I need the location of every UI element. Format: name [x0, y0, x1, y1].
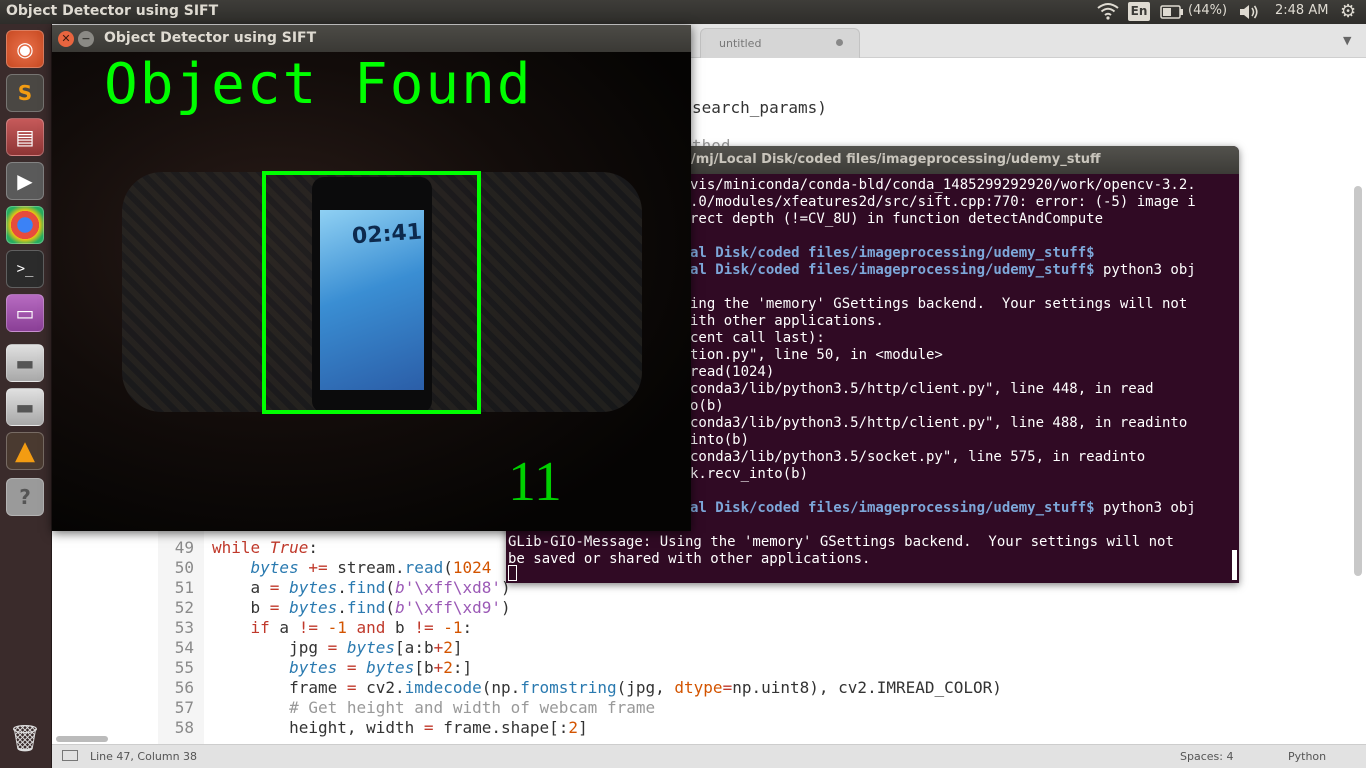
terminal-message: be saved or shared with other applicatio…: [508, 551, 871, 567]
terminal-line: .0/modules/xfeatures2d/src/sift.cpp:770:…: [690, 194, 1196, 210]
line-number: 51: [174, 578, 194, 597]
chrome-icon[interactable]: [6, 206, 44, 244]
tab-menu-chevron-icon[interactable]: ▼: [1343, 34, 1351, 47]
code-line[interactable]: height, width = frame.shape[:2]: [212, 718, 588, 738]
detection-bounding-box: [262, 171, 481, 414]
match-count: 11: [508, 451, 562, 513]
panel-toggle-icon[interactable]: [62, 750, 78, 761]
code-fragment: search_params): [692, 98, 827, 117]
line-number: 56: [174, 678, 194, 697]
terminal-line: conda3/lib/python3.5/http/client.py", li…: [690, 381, 1154, 397]
vlc-icon[interactable]: ▲: [6, 432, 44, 470]
battery-icon[interactable]: [1160, 5, 1184, 23]
file-manager-icon[interactable]: ▤: [6, 118, 44, 156]
line-number: 50: [174, 558, 194, 577]
terminal-line: conda3/lib/python3.5/socket.py", line 57…: [690, 449, 1146, 465]
code-fragment: thod: [692, 136, 731, 146]
terminal-line: ing the 'memory' GSettings backend. Your…: [690, 296, 1188, 312]
terminal-message: GLib-GIO-Message: Using the 'memory' GSe…: [508, 534, 1174, 550]
trash-icon[interactable]: 🗑: [6, 720, 44, 758]
terminal-icon[interactable]: >_: [6, 250, 44, 288]
terminal-line: cent call last):: [690, 330, 825, 346]
line-number: 52: [174, 598, 194, 617]
screenshot-icon[interactable]: ▭: [6, 294, 44, 332]
terminal-line: rect depth (!=CV_8U) in function detectA…: [690, 211, 1104, 227]
line-number: 58: [174, 718, 194, 737]
status-bar: Line 47, Column 38 Spaces: 4 Python: [52, 744, 1366, 768]
cursor-position: Line 47, Column 38: [90, 750, 198, 763]
code-line[interactable]: while True:: [212, 538, 318, 558]
indentation-setting[interactable]: Spaces: 4: [1180, 750, 1233, 763]
line-number: 54: [174, 638, 194, 657]
terminal-line: into(b): [690, 432, 750, 448]
terminal-line: tion.py", line 50, in <module>: [690, 347, 943, 363]
detector-title: Object Detector using SIFT: [104, 30, 317, 46]
keyboard-language-indicator[interactable]: En: [1128, 2, 1150, 21]
terminal-scrollbar[interactable]: [1232, 550, 1237, 580]
terminal-line: ith other applications.: [690, 313, 884, 329]
terminal-prompt: al Disk/coded files/imageprocessing/udem…: [690, 262, 1196, 278]
detector-titlebar[interactable]: ✕ − Object Detector using SIFT: [52, 25, 691, 52]
video-editor-icon[interactable]: ▶: [6, 162, 44, 200]
code-line[interactable]: jpg = bytes[a:b+2]: [212, 638, 462, 658]
battery-percent[interactable]: (44%): [1188, 3, 1227, 18]
line-number: 55: [174, 658, 194, 677]
top-panel: Object Detector using SIFT En (44%) 2:48…: [0, 0, 1366, 24]
terminal-line: read(1024): [690, 364, 775, 380]
syntax-setting[interactable]: Python: [1288, 750, 1326, 763]
object-found-label: Object Found: [104, 52, 533, 117]
horizontal-scrollbar[interactable]: [56, 736, 108, 742]
disk-icon[interactable]: ▬: [6, 388, 44, 426]
terminal-line: conda3/lib/python3.5/http/client.py", li…: [690, 415, 1188, 431]
line-number: 49: [174, 538, 194, 557]
terminal-prompt: al Disk/coded files/imageprocessing/udem…: [690, 245, 1095, 261]
disk-icon[interactable]: ▬: [6, 344, 44, 382]
sublime-text-icon[interactable]: S: [6, 74, 44, 112]
webcam-feed: 02:41 Object Found 11: [52, 52, 691, 531]
terminal-line: k.recv_into(b): [690, 466, 809, 482]
line-number: 57: [174, 698, 194, 717]
code-comment[interactable]: # Get height and width of webcam frame: [212, 698, 655, 718]
code-line[interactable]: frame = cv2.imdecode(np.fromstring(jpg, …: [212, 678, 1002, 698]
gear-icon[interactable]: ⚙: [1340, 1, 1356, 22]
launcher: ◉ S ▤ ▶ >_ ▭ ▬ ▬ ▲ ? 🗑: [0, 24, 52, 768]
clock[interactable]: 2:48 AM: [1275, 3, 1328, 18]
object-detector-window[interactable]: ✕ − Object Detector using SIFT 02:41 Obj…: [52, 25, 691, 531]
volume-icon[interactable]: [1238, 3, 1260, 25]
ubuntu-dash-icon[interactable]: ◉: [6, 30, 44, 68]
code-line[interactable]: if a != -1 and b != -1:: [212, 618, 473, 638]
line-number: 53: [174, 618, 194, 637]
wifi-icon[interactable]: [1097, 2, 1119, 24]
active-app-title: Object Detector using SIFT: [6, 3, 219, 19]
terminal-line: o(b): [690, 398, 724, 414]
code-line[interactable]: a = bytes.find(b'\xff\xd8'): [212, 578, 511, 598]
code-line[interactable]: b = bytes.find(b'\xff\xd9'): [212, 598, 511, 618]
terminal-line: vis/miniconda/conda-bld/conda_1485299292…: [690, 177, 1196, 193]
code-line[interactable]: bytes += stream.read(1024: [212, 558, 492, 578]
code-line[interactable]: bytes = bytes[b+2:]: [212, 658, 472, 678]
terminal-cursor: [508, 565, 517, 581]
minimize-icon[interactable]: −: [78, 31, 94, 47]
unsaved-dot-icon: [836, 39, 843, 46]
terminal-prompt: al Disk/coded files/imageprocessing/udem…: [690, 500, 1196, 516]
close-icon[interactable]: ✕: [58, 31, 74, 47]
help-icon[interactable]: ?: [6, 478, 44, 516]
vertical-scrollbar[interactable]: [1354, 186, 1362, 576]
